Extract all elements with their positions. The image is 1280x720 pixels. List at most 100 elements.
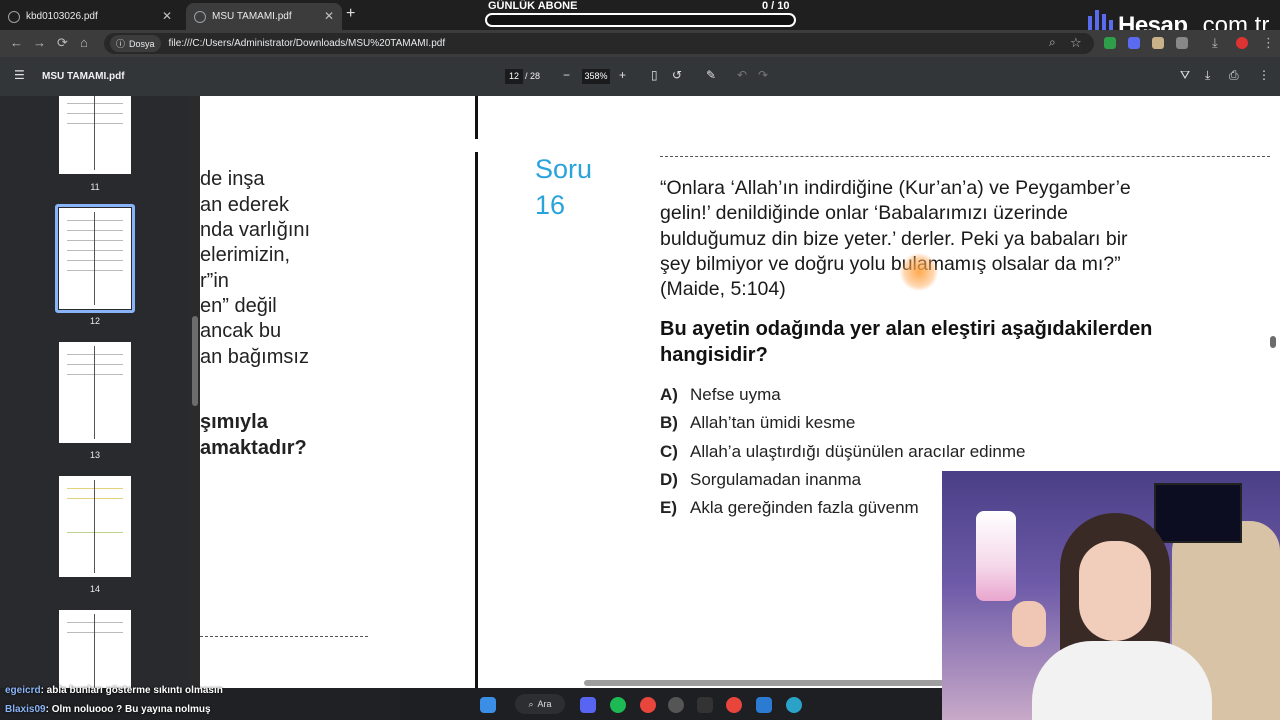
undo-icon[interactable]: ↶	[737, 68, 747, 82]
left-column-text: an ederek	[200, 194, 289, 216]
site-info-chip[interactable]: ⓘ Dosya	[110, 35, 161, 52]
question-number: 16	[535, 190, 566, 220]
photos-icon[interactable]	[756, 697, 772, 713]
chat-message: egeicrd: abla bunları gösterme sıkıntı o…	[5, 685, 223, 696]
subscriber-goal-label: GÜNLÜK ABONE	[488, 0, 578, 12]
sidebar-scrollbar-thumb[interactable]	[192, 316, 198, 406]
left-column-bold-text: şımıyla	[200, 411, 268, 433]
page-total: / 28	[525, 71, 541, 81]
zoom-input[interactable]: 358%	[582, 69, 610, 84]
windows-start-icon[interactable]	[480, 697, 496, 713]
answer-option-c: C) Allah’a ulaştırdığı düşünülen aracılar…	[660, 442, 1026, 461]
answer-option-b: B) Allah’tan ümidi kesme	[660, 413, 856, 432]
fit-page-icon[interactable]: ▯	[651, 68, 658, 82]
answer-option-a: A) Nefse uyma	[660, 385, 781, 404]
thumbnail-page-number: 14	[89, 584, 100, 594]
zoom-in-icon[interactable]: +	[619, 68, 626, 82]
left-column-text: nda varlığını	[200, 219, 311, 241]
left-column-text: de inşa	[200, 168, 265, 190]
print-icon[interactable]: ⎙	[1229, 68, 1239, 82]
column-divider	[475, 96, 478, 139]
question-quote: “Onlara ‘Allah’ın indirdiğine (Kur’an’a)…	[660, 176, 1220, 302]
windows-taskbar: ⌕ Ara	[400, 688, 942, 720]
puzzle-icon[interactable]	[1176, 37, 1188, 49]
info-icon: ⓘ	[116, 39, 126, 49]
subscriber-goal-count: 0 / 10	[762, 0, 790, 12]
discord-icon[interactable]	[580, 697, 596, 713]
vertical-scrollbar-thumb[interactable]	[1270, 336, 1276, 348]
pdf-file-icon	[8, 10, 20, 23]
quote-line: gelin!’ denildiğinde onlar ‘Babalarımızı…	[660, 202, 1068, 225]
left-column-text: en” değil	[200, 295, 277, 317]
page-thumbnail[interactable]	[59, 342, 131, 443]
left-column-text: r”in	[200, 270, 229, 292]
streamer-face	[1079, 541, 1151, 641]
left-column-text: an bağımsız	[200, 346, 309, 368]
butterfly-picture-frame	[1154, 483, 1242, 543]
column-divider	[475, 152, 478, 688]
tab-msu-pdf[interactable]: MSU TAMAMI.pdf ✕	[186, 3, 342, 30]
rotate-icon[interactable]: ↺	[672, 68, 682, 82]
question-prompt: Bu ayetin odağında yer alan eleştiri aşa…	[660, 316, 1220, 368]
more-options-icon[interactable]: ⋮	[1258, 68, 1270, 82]
chrome-icon[interactable]	[726, 697, 742, 713]
address-bar-row: ← → ⟳ ⌂ ⓘ Dosya file:///C:/Users/Adminis…	[0, 30, 1280, 57]
search-icon: ⌕	[528, 698, 534, 709]
left-column-text: elerimizin,	[200, 244, 291, 266]
zoom-out-icon[interactable]: −	[563, 68, 570, 82]
tab-label: kbd0103026.pdf	[26, 11, 98, 22]
pdf-title: MSU TAMAMI.pdf	[42, 71, 125, 82]
close-icon[interactable]: ✕	[162, 9, 172, 23]
page-thumbnail[interactable]	[59, 476, 131, 577]
spotify-icon[interactable]	[610, 697, 626, 713]
browser-icon[interactable]	[786, 697, 802, 713]
url-text: file:///C:/Users/Administrator/Downloads…	[168, 38, 446, 49]
extension-icon[interactable]	[1128, 37, 1140, 49]
horizontal-scrollbar-thumb[interactable]	[584, 680, 944, 686]
download-icon[interactable]: ⤓	[1212, 36, 1218, 49]
extension-icon[interactable]	[1152, 37, 1164, 49]
quote-line: “Onlara ‘Allah’ın indirdiğine (Kur’an’a)…	[660, 177, 1131, 199]
dashed-divider	[200, 636, 368, 637]
zoom-icon[interactable]: ⌕	[1049, 36, 1056, 49]
left-column-bold-text: amaktadır?	[200, 437, 307, 459]
new-tab-button[interactable]: +	[346, 5, 355, 23]
subscriber-goal-bar	[485, 13, 796, 27]
download-icon[interactable]: ⤓	[1205, 68, 1210, 82]
page-thumbnail-selected[interactable]	[59, 208, 131, 309]
page-thumbnail[interactable]	[59, 96, 131, 174]
app-icon[interactable]	[668, 697, 684, 713]
taskbar-search[interactable]: ⌕ Ara	[515, 694, 565, 714]
cursor-highlight	[900, 253, 938, 291]
hamburger-menu-icon[interactable]: ☰	[14, 68, 25, 82]
quote-line: şey bilmiyor ve doğru yolu bulamamış ols…	[660, 252, 1121, 275]
bookmark-star-icon[interactable]: ☆	[1070, 36, 1082, 49]
globe-icon	[194, 10, 206, 23]
extension-shield-icon[interactable]	[1104, 37, 1116, 49]
forward-icon[interactable]: →	[33, 36, 46, 49]
thumbnail-page-number: 13	[89, 450, 100, 460]
page-number-input[interactable]: 12	[505, 69, 523, 84]
prompt-line: Bu ayetin odağında yer alan eleştiri aşa…	[660, 318, 1153, 340]
answer-option-e: E) Akla gereğinden fazla güvenm	[660, 498, 919, 517]
streamer-hand	[1012, 601, 1046, 647]
tab-kbd-pdf[interactable]: kbd0103026.pdf ✕	[0, 3, 180, 30]
menu-icon[interactable]: ⋮	[1262, 36, 1275, 49]
close-icon[interactable]: ✕	[324, 9, 334, 23]
thumbnail-page-number: 12	[89, 316, 100, 326]
reload-icon[interactable]: ⟳	[57, 36, 68, 49]
address-bar[interactable]: ⓘ Dosya file:///C:/Users/Administrator/D…	[104, 33, 1094, 54]
page-thumbnail[interactable]	[59, 610, 131, 688]
save-to-drive-icon[interactable]: ⛛	[1180, 68, 1190, 82]
annotate-icon[interactable]: ✎	[706, 68, 716, 82]
back-icon[interactable]: ←	[10, 36, 23, 49]
home-icon[interactable]: ⌂	[80, 36, 88, 49]
profile-avatar[interactable]	[1236, 37, 1248, 49]
thumbnail-page-number: 11	[90, 182, 100, 192]
redo-icon[interactable]: ↷	[758, 68, 768, 82]
question-label: Soru	[535, 154, 593, 184]
left-column-text: ancak bu	[200, 320, 282, 342]
chrome-icon[interactable]	[640, 697, 656, 713]
app-icon[interactable]	[697, 697, 713, 713]
thumbnail-sidebar: 11 12 13 14	[0, 96, 190, 688]
